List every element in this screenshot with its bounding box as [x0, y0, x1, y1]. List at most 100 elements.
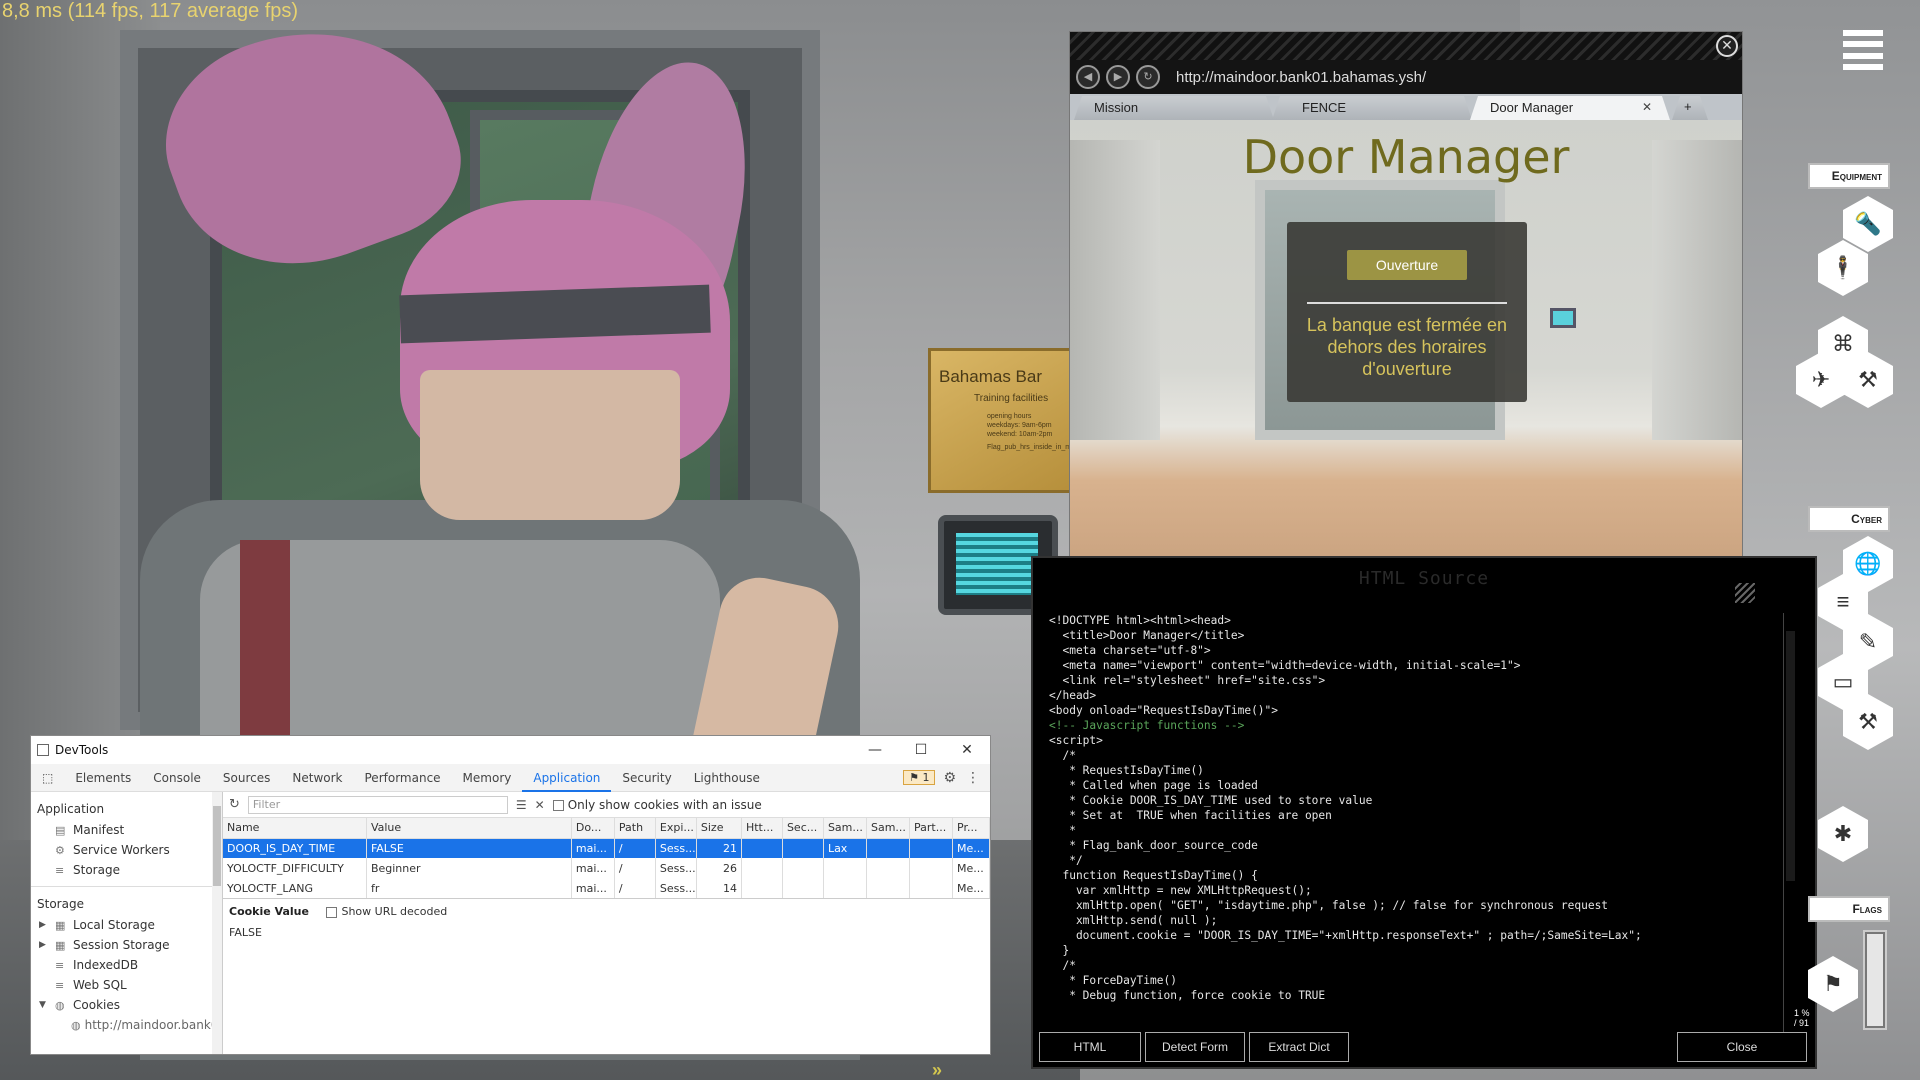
devtools-tabs: ⬚ Elements Console Sources Network Performan… — [31, 764, 990, 792]
sidebar-item-service-workers[interactable]: ⚙ Service Workers — [31, 840, 222, 860]
sidebar-item-local-storage[interactable]: ▶ ▦ Local Storage — [31, 915, 222, 935]
table-row[interactable]: YOLOCTF_DIFFICULTY Beginner mai... / Sess...… — [223, 858, 990, 878]
refresh-icon[interactable]: ↻ — [229, 797, 240, 812]
flags-count: / 91 — [1794, 1018, 1810, 1028]
cell-size: 21 — [696, 838, 742, 858]
close-icon[interactable]: ✕ — [944, 742, 990, 758]
reload-icon[interactable]: ↻ — [1136, 65, 1160, 89]
collapse-arrow-icon[interactable]: ▼ — [39, 1000, 46, 1010]
source-line: */ — [1049, 854, 1083, 867]
resize-grip-icon[interactable] — [1735, 583, 1755, 603]
checkbox[interactable] — [552, 799, 564, 811]
scrollbar-thumb[interactable] — [1786, 631, 1795, 881]
expand-arrow-icon[interactable]: ▶ — [39, 920, 46, 930]
expand-arrow-icon[interactable]: ▶ — [39, 940, 46, 950]
minimize-icon[interactable]: — — [852, 742, 898, 758]
gear-icon: ⚙ — [55, 843, 65, 857]
sidebar-item-web-sql[interactable]: ≡ Web SQL — [31, 975, 222, 995]
ouverture-button[interactable]: Ouverture — [1347, 250, 1467, 280]
browser-titlebar[interactable]: ✕ — [1070, 32, 1742, 60]
close-button[interactable]: Close — [1677, 1032, 1807, 1062]
back-icon[interactable]: ◀ — [1076, 65, 1100, 89]
tab-sources[interactable]: Sources — [212, 764, 281, 792]
html-button[interactable]: HTML — [1039, 1032, 1141, 1062]
source-code[interactable]: <!DOCTYPE html><html><head> <title>Door … — [1049, 613, 1809, 1023]
source-scrollbar[interactable] — [1783, 613, 1797, 1043]
column-header[interactable]: Sec... — [782, 818, 824, 839]
sidebar-section-storage: Storage — [37, 897, 84, 911]
tab-application[interactable]: Application — [522, 764, 612, 792]
cell-partition — [909, 878, 954, 898]
source-line: <!-- Javascript functions --> — [1049, 719, 1245, 732]
sidebar-item-cookie-origin[interactable]: ◍ http://maindoor.bank01 — [31, 1015, 222, 1035]
column-header[interactable]: Pr... — [952, 818, 990, 839]
close-icon[interactable]: ✕ — [1716, 35, 1738, 57]
cell-path: / — [614, 858, 656, 878]
tab-elements[interactable]: Elements — [64, 764, 142, 792]
source-line: * Called when page is loaded — [1049, 779, 1258, 792]
detect-form-button[interactable]: Detect Form — [1145, 1032, 1245, 1062]
sidebar-item-indexeddb[interactable]: ≡ IndexedDB — [31, 955, 222, 975]
sidebar-item-storage[interactable]: ≡ Storage — [31, 860, 222, 880]
tab-fence[interactable]: FENCE — [1272, 96, 1472, 120]
tab-mission[interactable]: Mission — [1074, 96, 1274, 120]
database-icon: ≡ — [55, 863, 65, 877]
hamburger-menu-icon[interactable] — [1843, 30, 1883, 70]
sidebar-item-label: IndexedDB — [73, 958, 139, 972]
tab-security[interactable]: Security — [611, 764, 682, 792]
settings-gear-icon[interactable]: ⚙ — [943, 770, 956, 786]
extract-dict-button[interactable]: Extract Dict — [1249, 1032, 1349, 1062]
issues-badge[interactable]: ⚑ 1 — [903, 770, 936, 785]
cell-value: fr — [366, 878, 572, 898]
cookie-value-text[interactable]: FALSE — [229, 926, 984, 939]
cell-size: 14 — [696, 878, 742, 898]
show-decoded-checkbox[interactable]: Show URL decoded — [326, 905, 447, 918]
only-issues-checkbox[interactable]: Only show cookies with an issue — [552, 798, 762, 812]
sidebar-item-cookies[interactable]: ▼ ◍ Cookies — [31, 995, 222, 1015]
cell-secure — [782, 858, 824, 878]
double-chevron-icon: » — [932, 1060, 943, 1080]
filter-settings-icon[interactable]: ☰ — [516, 798, 527, 812]
tab-memory[interactable]: Memory — [452, 764, 523, 792]
fps-counter: 8,8 ms (114 fps, 117 average fps) — [2, 0, 299, 22]
column-header[interactable]: Size — [696, 818, 742, 839]
filter-input[interactable]: Filter — [247, 795, 508, 814]
tab-lighthouse[interactable]: Lighthouse — [683, 764, 771, 792]
tab-console[interactable]: Console — [142, 764, 212, 792]
tab-close-icon[interactable]: ✕ — [1642, 100, 1652, 114]
checkbox[interactable] — [326, 906, 338, 918]
column-header[interactable]: Htt... — [741, 818, 783, 839]
url-bar[interactable]: http://maindoor.bank01.bahamas.ysh/ — [1176, 69, 1426, 86]
devtools-titlebar[interactable]: DevTools — ☐ ✕ — [31, 736, 990, 764]
maximize-icon[interactable]: ☐ — [898, 742, 944, 758]
tab-label: Door Manager — [1490, 100, 1574, 115]
column-header[interactable]: Part... — [909, 818, 954, 839]
column-header[interactable]: Do... — [571, 818, 615, 839]
sidebar-item-session-storage[interactable]: ▶ ▦ Session Storage — [31, 935, 222, 955]
more-options-icon[interactable]: ⋮ — [966, 770, 980, 786]
table-row[interactable]: YOLOCTF_LANG fr mai... / Sess... 14 Me... — [223, 878, 990, 898]
column-header[interactable]: Sam... — [866, 818, 911, 839]
clear-icon[interactable]: ✕ — [535, 798, 545, 812]
table-row[interactable]: DOOR_IS_DAY_TIME FALSE mai... / Sess... 21 Lax… — [223, 838, 990, 858]
column-header[interactable]: Expi... — [655, 818, 697, 839]
forward-icon[interactable]: ▶ — [1106, 65, 1130, 89]
tab-performance[interactable]: Performance — [354, 764, 452, 792]
scrollbar-thumb[interactable] — [213, 806, 221, 886]
column-header[interactable]: Sam... — [823, 818, 867, 839]
new-tab-button[interactable]: + — [1672, 96, 1708, 120]
tab-door-manager[interactable]: Door Manager ✕ — [1470, 96, 1670, 120]
tab-network[interactable]: Network — [281, 764, 353, 792]
cell-name: YOLOCTF_LANG — [223, 878, 367, 898]
database-icon: ≡ — [55, 978, 65, 992]
column-header[interactable]: Name — [223, 818, 367, 839]
column-header[interactable]: Path — [614, 818, 656, 839]
sidebar-item-manifest[interactable]: ▤ Manifest — [31, 820, 222, 840]
column-header[interactable]: Value — [366, 818, 572, 839]
sidebar-scrollbar[interactable] — [212, 792, 222, 1054]
bank-plaque[interactable]: Bahamas Bar Training facilities opening … — [928, 348, 1078, 493]
cookies-pane: ↻ Filter ☰ ✕ Only show cookies with an i… — [223, 792, 990, 1054]
cell-secure — [782, 838, 824, 858]
inspect-icon[interactable]: ⬚ — [31, 764, 64, 792]
divider — [31, 886, 222, 887]
